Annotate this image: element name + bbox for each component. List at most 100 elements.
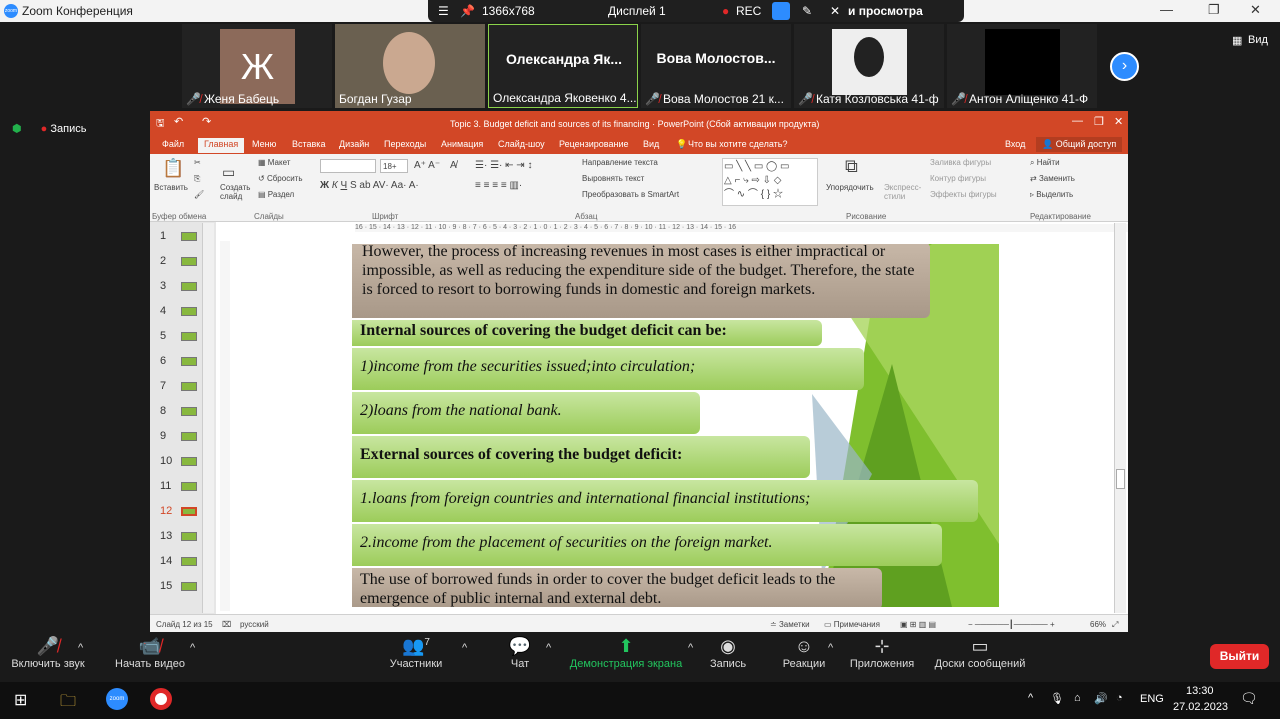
layout-button[interactable]: ▦ Макет xyxy=(258,158,290,167)
format-painter-icon[interactable]: 🖌 xyxy=(194,190,204,199)
tab-menu[interactable]: Меню xyxy=(252,139,276,149)
participant-tile[interactable]: Богдан Гузар xyxy=(335,24,485,108)
shape-fill-button[interactable]: Заливка фигуры xyxy=(930,158,991,167)
unmute-button[interactable]: 🎤̸ Включить звук xyxy=(8,636,88,670)
annotate-icon[interactable] xyxy=(772,2,790,20)
clear-format-icon[interactable]: A̸ xyxy=(450,160,457,171)
shape-effects-button[interactable]: Эффекты фигуры xyxy=(930,190,997,199)
slide-thumbnail[interactable]: 13 xyxy=(160,530,200,544)
external-source-2[interactable]: 2.income from the placement of securitie… xyxy=(352,524,942,566)
pin-icon[interactable]: 📌 xyxy=(460,4,475,18)
align-icons[interactable]: ≡ ≡ ≡ ≡ ▥· xyxy=(475,180,522,191)
new-slide-icon[interactable]: ▭ xyxy=(222,164,235,181)
fit-slide-icon[interactable]: ⤢ xyxy=(1112,620,1118,630)
next-page-chevron-icon[interactable]: › xyxy=(1110,52,1139,81)
internal-source-2[interactable]: 2)loans from the national bank. xyxy=(352,392,700,434)
ppt-minimize-icon[interactable]: — xyxy=(1072,115,1083,127)
notification-icon[interactable]: 🗨 xyxy=(1240,690,1258,707)
slide-thumbnail[interactable]: 7 xyxy=(160,380,200,394)
chevron-up-icon[interactable]: ^ xyxy=(546,642,551,654)
shape-outline-button[interactable]: Контур фигуры xyxy=(930,174,986,183)
list-icons[interactable]: ☰· ☰· ⇤ ⇥ ↕ xyxy=(475,160,532,171)
font-size-input[interactable]: 18+ xyxy=(380,159,408,173)
find-button[interactable]: ⌕ Найти xyxy=(1030,158,1060,168)
zoom-slider[interactable]: − ──────┃────── + xyxy=(968,620,1055,629)
font-name-input[interactable] xyxy=(320,159,376,173)
tab-design[interactable]: Дизайн xyxy=(339,139,369,149)
tab-transitions[interactable]: Переходы xyxy=(384,139,426,149)
tray-network-icon[interactable]: ⌂ xyxy=(1074,692,1081,704)
paste-button[interactable]: Вставить xyxy=(154,183,188,192)
reactions-button[interactable]: ☺ Реакции xyxy=(778,636,830,670)
slide-thumbnail[interactable]: 14 xyxy=(160,555,200,569)
chevron-up-icon[interactable]: ^ xyxy=(828,642,833,654)
internal-sources-heading[interactable]: Internal sources of covering the budget … xyxy=(352,320,822,346)
recorder-taskbar-icon[interactable] xyxy=(150,688,172,710)
chevron-up-icon[interactable]: ^ xyxy=(78,642,83,654)
redo-icon[interactable]: ↷ xyxy=(202,115,211,128)
external-sources-heading[interactable]: External sources of covering the budget … xyxy=(352,436,810,478)
language-label[interactable]: русский xyxy=(240,620,269,629)
notes-button[interactable]: ≐ Заметки xyxy=(770,620,810,629)
tab-view[interactable]: Вид xyxy=(643,139,659,149)
menu-icon[interactable]: ☰ xyxy=(438,4,449,18)
tab-home[interactable]: Главная xyxy=(198,138,245,153)
slide-thumbnail[interactable]: 1 xyxy=(160,230,200,244)
slide-thumbnail[interactable]: 15 xyxy=(160,580,200,594)
tray-wifi-icon[interactable]: ◔ xyxy=(1116,692,1123,704)
conclusion-text-box[interactable]: The use of borrowed funds in order to co… xyxy=(352,568,882,607)
grow-font-icon[interactable]: A⁺ A⁻ xyxy=(414,160,440,171)
slide-thumbnail[interactable]: 6 xyxy=(160,355,200,369)
zoom-level[interactable]: 66% xyxy=(1090,620,1106,629)
quick-styles-button[interactable]: Экспресс-стили xyxy=(884,183,924,201)
whiteboards-button[interactable]: ▭ Доски сообщений xyxy=(930,636,1030,670)
shapes-gallery[interactable]: ▭ ╲ ╲ ▭ ◯ ▭ △ ⌐ ⤷ ⇨ ⇩ ◇ ⌒ ∿ ⌒ { } ☆ xyxy=(722,158,818,206)
close-share-icon[interactable]: ✕ xyxy=(830,4,840,18)
tab-file[interactable]: Файл xyxy=(162,139,184,149)
align-text-button[interactable]: Выровнять текст xyxy=(582,174,644,183)
participant-tile[interactable]: 🎤̸ Катя Козловська 41-ф xyxy=(794,24,944,108)
ppt-close-icon[interactable]: ✕ xyxy=(1114,115,1123,128)
tell-me-input[interactable]: Что вы хотите сделать? xyxy=(688,139,788,149)
slide-thumbnail[interactable]: 11 xyxy=(160,480,200,494)
copy-icon[interactable]: ⎘ xyxy=(194,174,200,184)
clock-time[interactable]: 13:30 xyxy=(1186,685,1214,697)
leave-button[interactable]: Выйти xyxy=(1210,644,1269,669)
share-screen-button[interactable]: ⬆ Демонстрация экрана xyxy=(564,636,688,670)
minimize-icon[interactable]: — xyxy=(1160,2,1173,17)
share-button[interactable]: 👤 Общий доступ xyxy=(1036,137,1123,152)
tray-volume-icon[interactable]: 🔊 xyxy=(1094,692,1108,705)
arrange-icon[interactable]: ⧉ xyxy=(845,156,858,177)
tab-slideshow[interactable]: Слайд-шоу xyxy=(498,139,545,149)
close-icon[interactable]: ✕ xyxy=(1250,2,1261,18)
view-options-label[interactable]: и просмотра xyxy=(848,4,923,18)
spellcheck-icon[interactable]: ⌧ xyxy=(222,620,231,629)
slide-scrollbar[interactable] xyxy=(1114,223,1126,613)
view-buttons[interactable]: ▣ ⊞ ▥ ▤ xyxy=(900,620,936,629)
arrange-button[interactable]: Упорядочить xyxy=(826,183,874,192)
tab-review[interactable]: Рецензирование xyxy=(559,139,629,149)
tab-animation[interactable]: Анимация xyxy=(441,139,483,149)
section-button[interactable]: ▤ Раздел xyxy=(258,190,294,199)
slide-thumbnail[interactable]: 5 xyxy=(160,330,200,344)
intro-text-box[interactable]: However, the process of increasing reven… xyxy=(352,244,930,318)
slide-canvas[interactable]: However, the process of increasing reven… xyxy=(352,244,999,607)
smartart-button[interactable]: Преобразовать в SmartArt xyxy=(582,190,679,199)
paste-icon[interactable]: 📋 xyxy=(162,158,184,179)
slide-thumbnail[interactable]: 10 xyxy=(160,455,200,469)
pen-icon[interactable]: ✎ xyxy=(802,4,812,18)
participant-tile[interactable]: Олександра Як... Олександра Яковенко 4..… xyxy=(488,24,638,108)
cut-icon[interactable]: ✂ xyxy=(194,158,201,167)
view-label[interactable]: Вид xyxy=(1248,34,1268,46)
new-slide-button[interactable]: Создать слайд xyxy=(220,183,256,201)
select-button[interactable]: ▹ Выделить xyxy=(1030,190,1073,199)
slide-thumbnail[interactable]: 4 xyxy=(160,305,200,319)
ppt-restore-icon[interactable]: ❐ xyxy=(1094,115,1104,128)
tray-chevron-icon[interactable]: ^ xyxy=(1028,692,1033,704)
slide-thumbnail[interactable]: 12 xyxy=(160,505,200,519)
external-source-1[interactable]: 1.loans from foreign countries and inter… xyxy=(352,480,978,522)
slide-thumbnail[interactable]: 9 xyxy=(160,430,200,444)
start-video-button[interactable]: 📹̸ Начать видео xyxy=(108,636,192,670)
participants-button[interactable]: 👥7 Участники xyxy=(384,636,448,670)
slide-thumbnail[interactable]: 2 xyxy=(160,255,200,269)
